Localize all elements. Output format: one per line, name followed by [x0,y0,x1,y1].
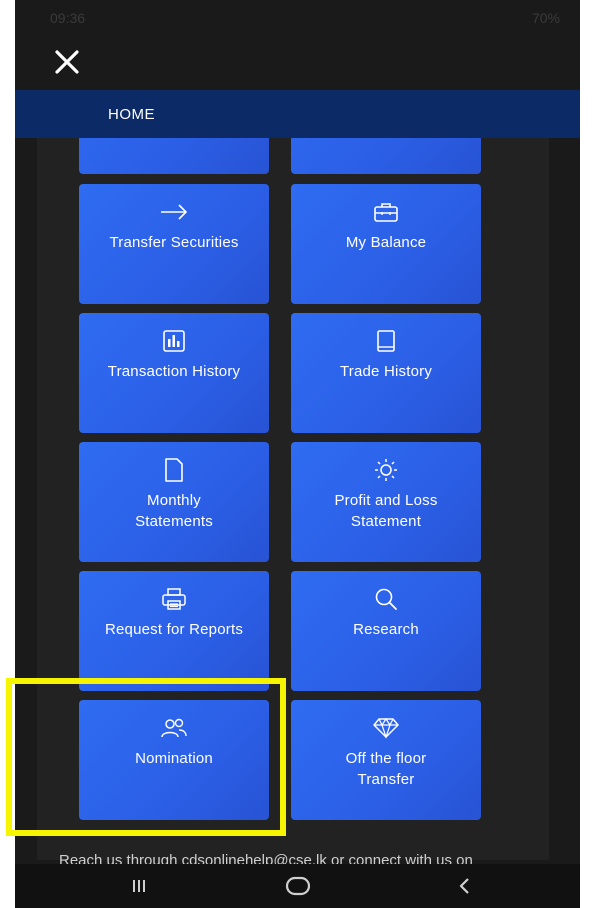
system-navigation-bar [15,864,580,908]
partial-tile-left[interactable] [79,138,269,174]
status-indicators: 70% [531,10,560,26]
book-icon [291,327,481,355]
back-chevron-icon [459,878,469,894]
recent-apps-icon [133,880,145,892]
home-button[interactable] [278,872,318,900]
tile-nomination[interactable]: Nomination [79,700,269,820]
home-circle-icon [285,876,311,896]
diamond-icon [291,714,481,742]
back-button[interactable] [445,872,485,900]
tile-monthly-statements[interactable]: Monthly Statements [79,442,269,562]
sun-icon [291,456,481,484]
nav-home-link[interactable]: HOME [108,106,155,123]
bar-chart-icon [79,327,269,355]
tile-label: Transaction History [107,363,241,380]
tile-label: Monthly Statements [135,492,213,530]
tile-transaction-history[interactable]: Transaction History [79,313,269,433]
partial-tile-right[interactable] [291,138,481,174]
tile-label: Off the floor Transfer [345,750,427,788]
top-nav-bar: HOME [15,90,580,138]
briefcase-icon [291,198,481,226]
status-time: 09:36 [50,10,86,26]
tile-profit-and-loss-statement[interactable]: Profit and Loss Statement [291,442,481,562]
tile-my-balance[interactable]: My Balance [291,184,481,304]
printer-icon [79,585,269,613]
tile-off-the-floor-transfer[interactable]: Off the floor Transfer [291,700,481,820]
tile-label: Nomination [135,750,213,767]
tile-transfer-securities[interactable]: Transfer Securities [79,184,269,304]
users-icon [79,714,269,742]
search-icon [291,585,481,613]
document-icon [79,456,269,484]
menu-grid: Transfer Securities My Balance Transacti… [37,138,549,860]
close-button[interactable] [49,44,85,80]
arrow-right-icon [79,198,269,226]
tile-request-for-reports[interactable]: Request for Reports [79,571,269,691]
recent-apps-button[interactable] [119,872,159,900]
tile-label: Transfer Securities [109,234,239,251]
tile-label: Research [353,621,419,638]
phone-screen: 09:36 70% HOME Transfer Securities My Ba… [15,0,580,908]
close-icon [55,50,79,74]
status-bar: 09:36 70% [15,0,580,40]
tile-label: Request for Reports [104,621,244,638]
tile-label: Trade History [339,363,433,380]
tile-label: Profit and Loss Statement [334,492,438,530]
tile-trade-history[interactable]: Trade History [291,313,481,433]
tile-research[interactable]: Research [291,571,481,691]
tile-label: My Balance [345,234,427,251]
